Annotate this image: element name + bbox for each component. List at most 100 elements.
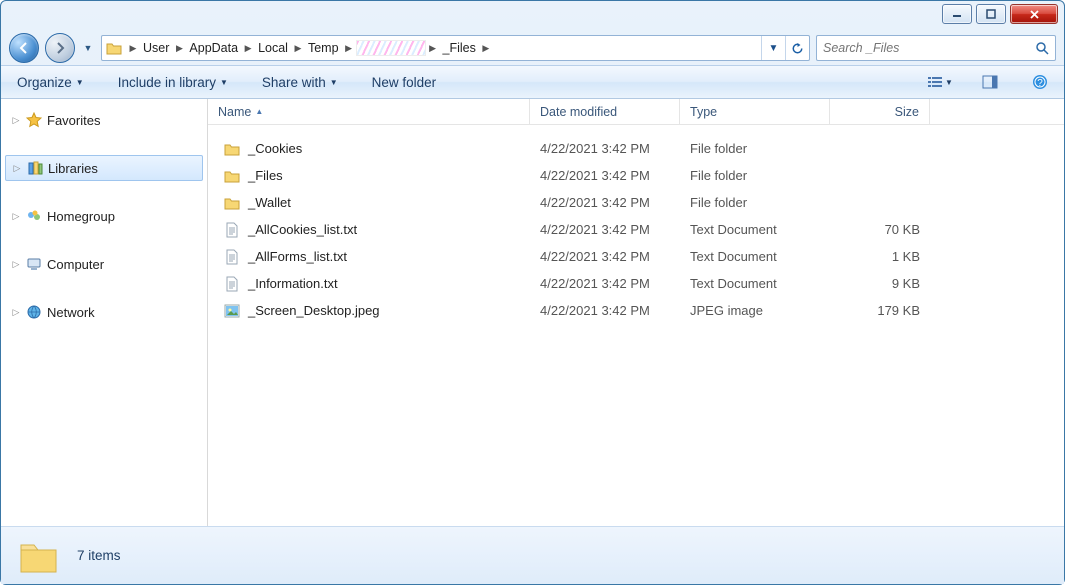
file-row[interactable]: _AllForms_list.txt4/22/2021 3:42 PMText … <box>208 243 1064 270</box>
crumb-item[interactable]: Temp <box>305 36 342 60</box>
folder-icon <box>224 168 240 184</box>
file-name: _Files <box>248 168 283 183</box>
nav-homegroup[interactable]: ▷Homegroup <box>1 203 207 229</box>
txt-icon <box>224 222 240 238</box>
svg-text:?: ? <box>1037 78 1043 89</box>
file-list: _Cookies4/22/2021 3:42 PMFile folder_Fil… <box>208 125 1064 526</box>
file-row[interactable]: _Wallet 4/22/2021 3:42 PMFile folder <box>208 189 1064 216</box>
nav-network[interactable]: ▷Network <box>1 299 207 325</box>
refresh-button[interactable] <box>785 36 809 60</box>
file-size: 70 KB <box>830 222 930 237</box>
file-pane: Name▲ Date modified Type Size _Cookies 4/… <box>208 99 1064 526</box>
file-row[interactable]: _Screen_Desktop.jpeg4/22/2021 3:42 PMJPE… <box>208 297 1064 324</box>
folder-icon <box>224 141 240 157</box>
file-name: _Information.txt <box>248 276 338 291</box>
crumb-chevron-icon[interactable]: ▶ <box>426 36 440 60</box>
expand-icon[interactable]: ▷ <box>11 307 21 318</box>
file-date: 4/22/2021 3:42 PM <box>530 195 680 210</box>
file-date: 4/22/2021 3:42 PM <box>530 168 680 183</box>
close-button[interactable] <box>1010 4 1058 24</box>
file-date: 4/22/2021 3:42 PM <box>530 303 680 318</box>
file-size: 179 KB <box>830 303 930 318</box>
file-name: _AllCookies_list.txt <box>248 222 357 237</box>
crumb-item[interactable]: Local <box>255 36 291 60</box>
file-date: 4/22/2021 3:42 PM <box>530 141 680 156</box>
address-dropdown[interactable]: ▼ <box>761 36 785 60</box>
expand-icon[interactable]: ▷ <box>11 115 21 126</box>
file-type: Text Document <box>680 222 830 237</box>
file-row[interactable]: _Files 4/22/2021 3:42 PMFile folder <box>208 162 1064 189</box>
organize-button[interactable]: Organize▼ <box>11 72 90 93</box>
expand-icon[interactable]: ▷ <box>11 211 21 222</box>
folder-icon <box>224 195 240 211</box>
file-row[interactable]: _Cookies 4/22/2021 3:42 PMFile folder <box>208 135 1064 162</box>
crumb-chevron-icon[interactable]: ▶ <box>172 36 186 60</box>
file-name: _Cookies <box>248 141 302 156</box>
col-type[interactable]: Type <box>680 99 830 124</box>
col-size[interactable]: Size <box>830 99 930 124</box>
file-type: File folder <box>680 141 830 156</box>
column-headers: Name▲ Date modified Type Size <box>208 99 1064 125</box>
crumb-chevron-icon[interactable]: ▶ <box>241 36 255 60</box>
file-row[interactable]: _AllCookies_list.txt 4/22/2021 3:42 PMTex… <box>208 216 1064 243</box>
include-library-button[interactable]: Include in library▼ <box>112 72 234 93</box>
crumb-chevron-icon[interactable]: ▶ <box>291 36 305 60</box>
nav-libraries[interactable]: ▷Libraries <box>5 155 203 181</box>
search-icon[interactable] <box>1035 41 1049 55</box>
file-type: Text Document <box>680 249 830 264</box>
col-date[interactable]: Date modified <box>530 99 680 124</box>
expand-icon[interactable]: ▷ <box>11 259 21 270</box>
homegroup-icon <box>26 208 42 224</box>
file-type: File folder <box>680 195 830 210</box>
crumb-item[interactable]: AppData <box>186 36 241 60</box>
file-name: _AllForms_list.txt <box>248 249 347 264</box>
content-area: ▷Favorites ▷Libraries ▷Homegroup ▷Comput… <box>1 99 1064 526</box>
forward-button[interactable] <box>45 33 75 63</box>
nav-favorites[interactable]: ▷Favorites <box>1 107 207 133</box>
titlebar <box>1 1 1064 31</box>
txt-icon <box>224 249 240 265</box>
crumb-item[interactable]: User <box>140 36 172 60</box>
share-with-button[interactable]: Share with▼ <box>256 72 344 93</box>
crumb-chevron-icon[interactable]: ▶ <box>126 36 140 60</box>
crumb-redacted[interactable] <box>356 40 426 56</box>
back-button[interactable] <box>9 33 39 63</box>
txt-icon <box>224 276 240 292</box>
status-count: 7 items <box>77 548 121 563</box>
file-size: 9 KB <box>830 276 930 291</box>
history-dropdown[interactable]: ▼ <box>81 37 95 59</box>
file-size: 1 KB <box>830 249 930 264</box>
file-date: 4/22/2021 3:42 PM <box>530 276 680 291</box>
col-name[interactable]: Name▲ <box>208 99 530 124</box>
explorer-window: ▼ ▶User▶AppData▶Local▶Temp▶▶_Files▶ ▼ Or… <box>0 0 1065 585</box>
search-box[interactable] <box>816 35 1056 61</box>
crumb-item[interactable]: _Files <box>440 36 479 60</box>
file-type: File folder <box>680 168 830 183</box>
img-icon <box>224 303 240 319</box>
expand-icon[interactable]: ▷ <box>12 163 22 174</box>
nav-bar: ▼ ▶User▶AppData▶Local▶Temp▶▶_Files▶ ▼ <box>1 31 1064 65</box>
view-options-button[interactable]: ▼ <box>926 71 954 93</box>
preview-pane-button[interactable] <box>976 71 1004 93</box>
address-bar[interactable]: ▶User▶AppData▶Local▶Temp▶▶_Files▶ ▼ <box>101 35 810 61</box>
network-icon <box>26 304 42 320</box>
file-row[interactable]: _Information.txt4/22/2021 3:42 PMText Do… <box>208 270 1064 297</box>
new-folder-button[interactable]: New folder <box>366 72 443 93</box>
star-icon <box>26 112 42 128</box>
libraries-icon <box>27 160 43 176</box>
minimize-button[interactable] <box>942 4 972 24</box>
crumb-chevron-icon[interactable]: ▶ <box>479 36 493 60</box>
sort-asc-icon: ▲ <box>255 107 263 116</box>
computer-icon <box>26 256 42 272</box>
crumb-chevron-icon[interactable]: ▶ <box>342 36 356 60</box>
maximize-button[interactable] <box>976 4 1006 24</box>
nav-tree: ▷Favorites ▷Libraries ▷Homegroup ▷Comput… <box>1 99 208 526</box>
help-button[interactable]: ? <box>1026 71 1054 93</box>
nav-computer[interactable]: ▷Computer <box>1 251 207 277</box>
search-input[interactable] <box>823 41 1035 55</box>
toolbar: Organize▼ Include in library▼ Share with… <box>1 65 1064 99</box>
file-name: _Wallet <box>248 195 291 210</box>
status-bar: 7 items <box>1 526 1064 584</box>
file-date: 4/22/2021 3:42 PM <box>530 222 680 237</box>
breadcrumb: ▶User▶AppData▶Local▶Temp▶▶_Files▶ <box>126 36 761 60</box>
